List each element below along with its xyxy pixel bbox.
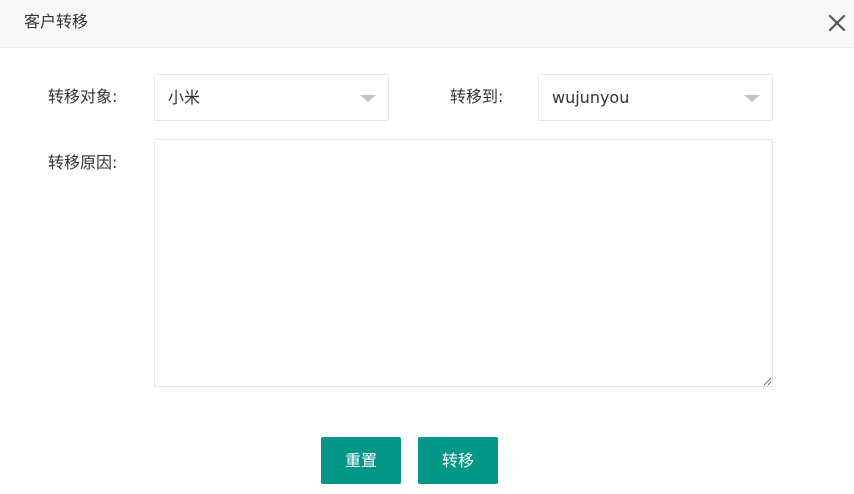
dialog-header: 客户转移 [0, 0, 854, 48]
transfer-to-label: 转移到: [450, 87, 504, 106]
chevron-down-icon [744, 95, 760, 102]
transfer-dialog: 客户转移 转移对象: 小米 转移到: wujunyou 转移原因: 重置 转移 [0, 0, 854, 494]
transfer-reason-textarea[interactable] [154, 139, 773, 387]
transfer-button[interactable]: 转移 [418, 437, 498, 484]
transfer-target-label: 转移对象: [48, 87, 118, 106]
reset-button[interactable]: 重置 [321, 437, 401, 484]
transfer-target-select[interactable]: 小米 [154, 74, 389, 121]
transfer-reason-label: 转移原因: [48, 153, 118, 172]
transfer-target-value: 小米 [168, 88, 201, 107]
chevron-down-icon [360, 95, 376, 102]
close-icon[interactable] [826, 12, 848, 34]
dialog-title: 客户转移 [24, 12, 89, 31]
transfer-to-select[interactable]: wujunyou [538, 74, 773, 121]
transfer-to-value: wujunyou [552, 88, 630, 107]
